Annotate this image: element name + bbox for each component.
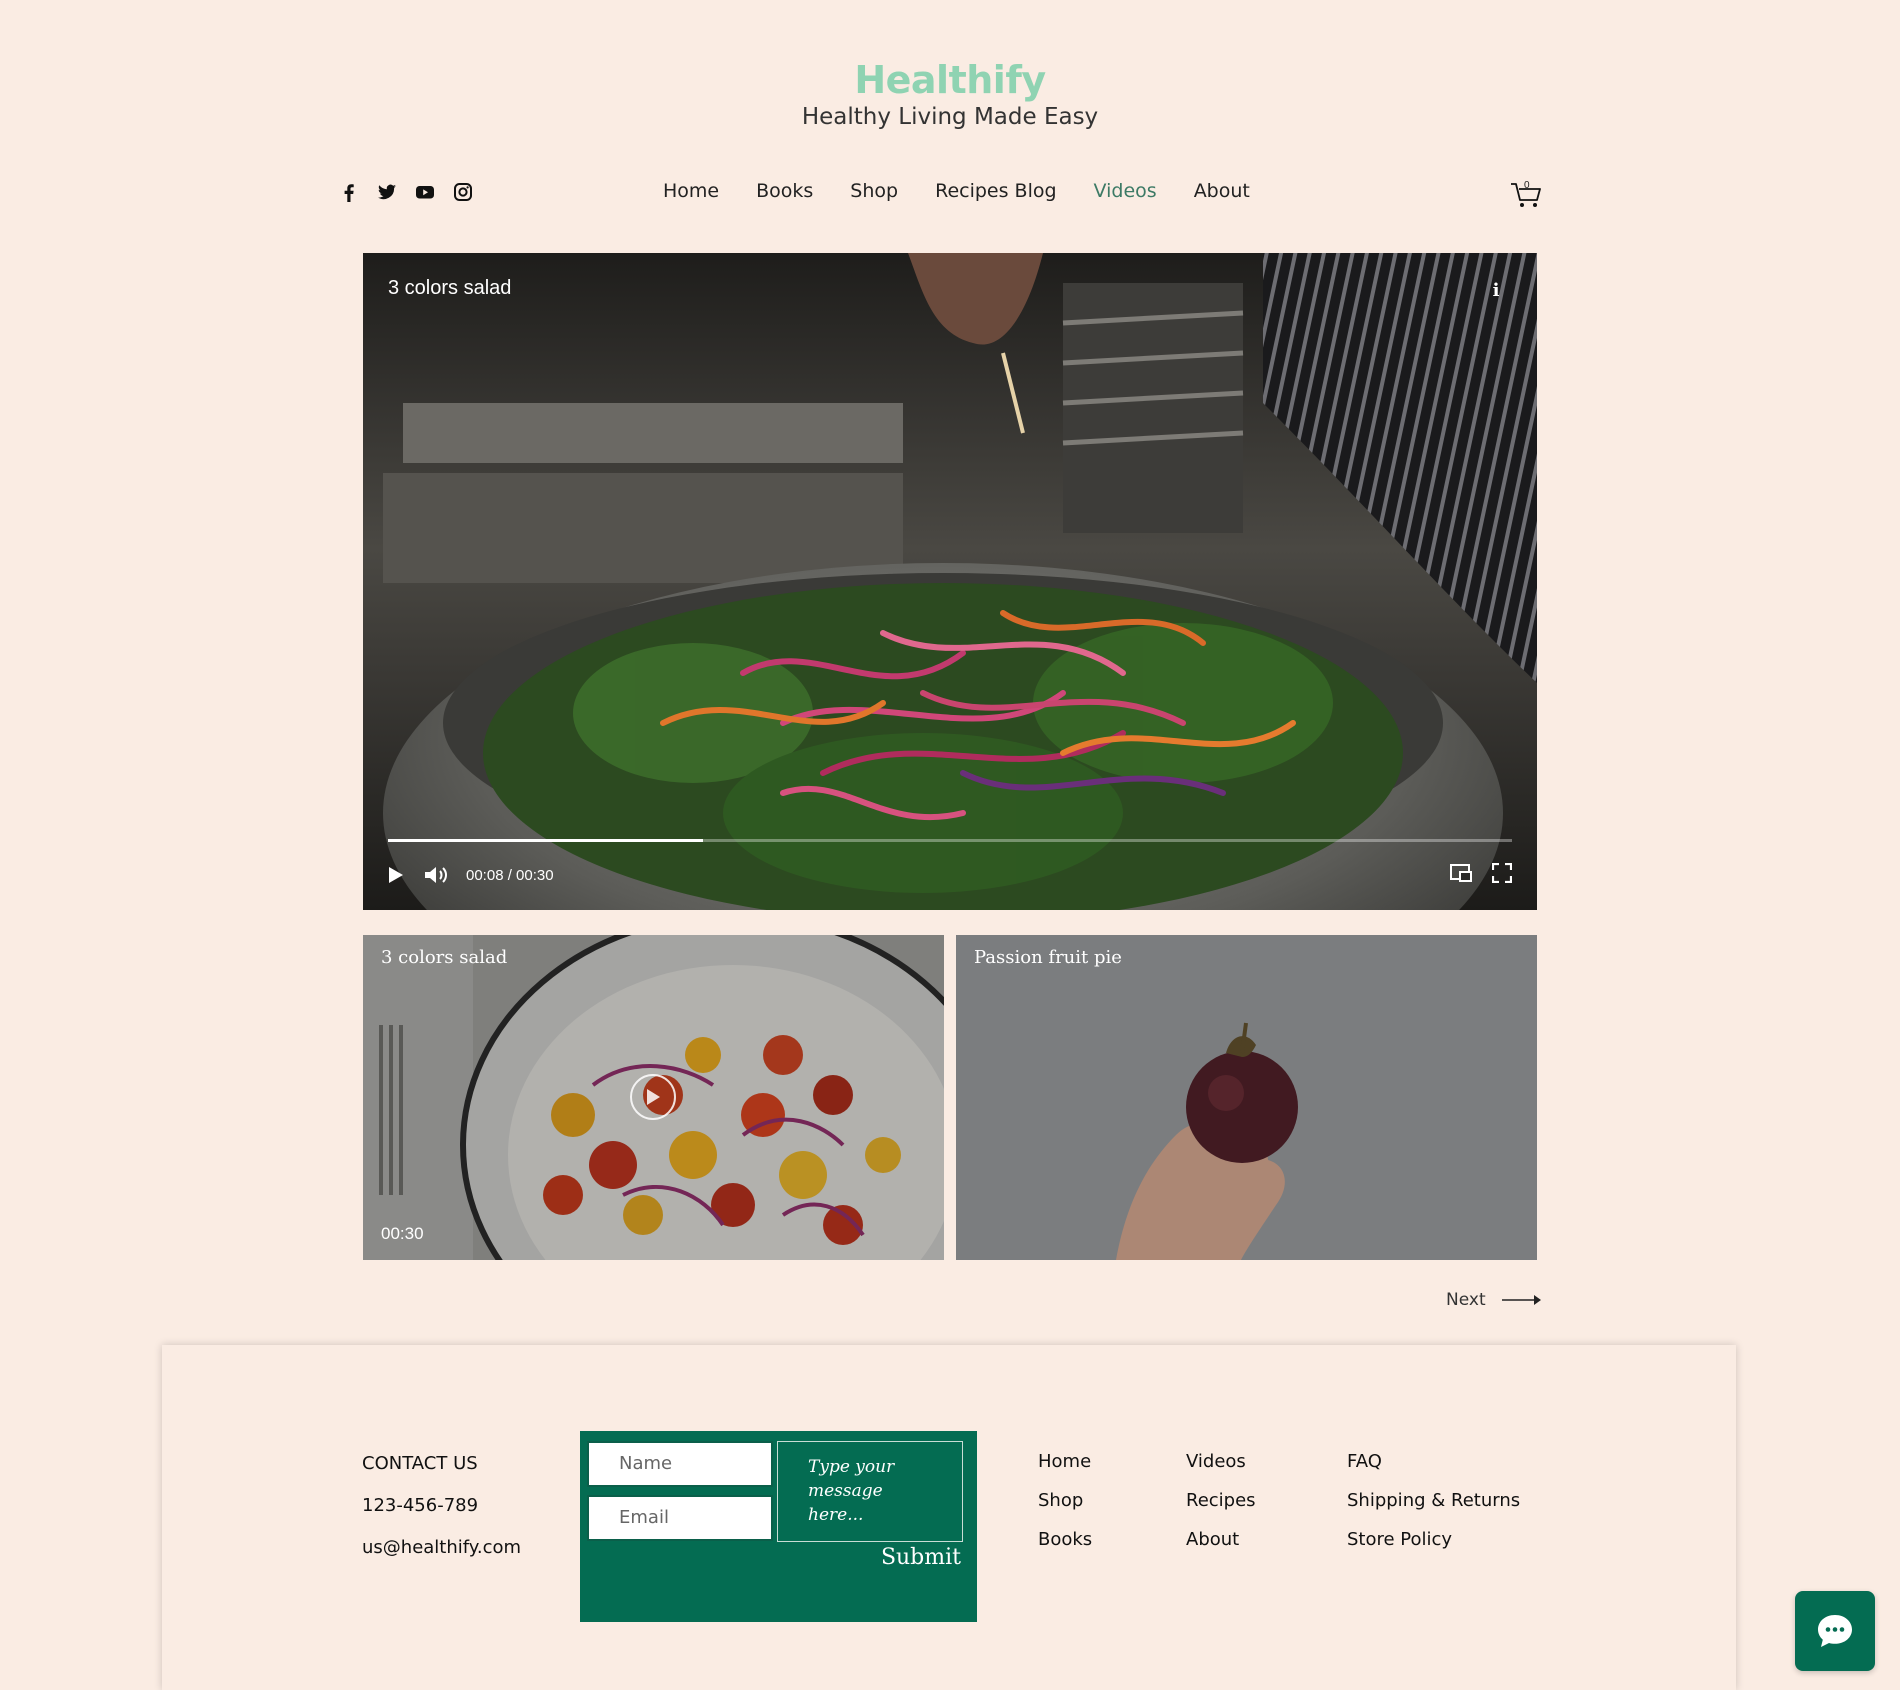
- next-label: Next: [1446, 1290, 1486, 1310]
- youtube-icon[interactable]: [414, 181, 436, 203]
- info-button[interactable]: i: [1481, 275, 1511, 305]
- footer-link-shipping-returns[interactable]: Shipping & Returns: [1347, 1490, 1520, 1511]
- contact-block: CONTACT US 123-456-789 us@healthify.com: [362, 1453, 521, 1579]
- name-field[interactable]: Name: [587, 1441, 773, 1487]
- contact-phone: 123-456-789: [362, 1495, 479, 1516]
- video-title: 3 colors salad: [388, 277, 512, 299]
- volume-icon[interactable]: [424, 865, 450, 885]
- footer-link-shop[interactable]: Shop: [1038, 1490, 1092, 1511]
- video-time: 00:08 / 00:30: [466, 866, 554, 884]
- thumbnail-duration: 00:30: [381, 1224, 424, 1243]
- picture-in-picture-icon[interactable]: [1450, 863, 1472, 883]
- play-icon[interactable]: [388, 866, 404, 884]
- footer-links-col2: Videos Recipes About: [1186, 1451, 1256, 1568]
- footer-link-about[interactable]: About: [1186, 1529, 1256, 1550]
- site-logo[interactable]: Healthify: [0, 58, 1900, 102]
- nav-videos[interactable]: Videos: [1094, 180, 1157, 202]
- video-frame: [363, 253, 1537, 910]
- play-overlay-icon[interactable]: [630, 1074, 676, 1120]
- video-player[interactable]: 3 colors salad i 00:08 / 00:30: [363, 253, 1537, 910]
- footer-link-recipes[interactable]: Recipes: [1186, 1490, 1256, 1511]
- nav-books[interactable]: Books: [756, 180, 813, 202]
- site-tagline: Healthy Living Made Easy: [801, 104, 1099, 130]
- nav-shop[interactable]: Shop: [850, 180, 898, 202]
- nav-home[interactable]: Home: [663, 180, 719, 202]
- social-bar: [338, 181, 474, 203]
- cart-button[interactable]: 0: [1509, 178, 1543, 210]
- contact-title: CONTACT US: [362, 1453, 478, 1474]
- contact-form: Name Email Type your message here... Sub…: [580, 1431, 977, 1622]
- footer-link-books[interactable]: Books: [1038, 1529, 1092, 1550]
- cart-count: 0: [1524, 180, 1530, 191]
- message-field[interactable]: Type your message here...: [777, 1441, 963, 1542]
- video-thumbnail-passion-fruit-pie[interactable]: Passion fruit pie: [956, 935, 1537, 1260]
- footer-links-col1: Home Shop Books: [1038, 1451, 1092, 1568]
- main-nav: Home Books Shop Recipes Blog Videos Abou…: [663, 180, 1287, 202]
- thumbnail-image: [956, 935, 1537, 1260]
- footer-link-faq[interactable]: FAQ: [1347, 1451, 1520, 1472]
- video-thumbnail-salad[interactable]: 3 colors salad 00:30: [363, 935, 944, 1260]
- footer-link-home[interactable]: Home: [1038, 1451, 1092, 1472]
- chat-button[interactable]: [1795, 1591, 1875, 1671]
- site-footer: CONTACT US 123-456-789 us@healthify.com …: [162, 1345, 1736, 1690]
- site-header: Healthify Healthy Living Made Easy: [0, 58, 1900, 130]
- progress-fill: [388, 839, 703, 842]
- thumbnail-title: Passion fruit pie: [974, 947, 1122, 968]
- thumbnail-title: 3 colors salad: [381, 947, 508, 968]
- footer-link-store-policy[interactable]: Store Policy: [1347, 1529, 1520, 1550]
- contact-email[interactable]: us@healthify.com: [362, 1537, 521, 1558]
- nav-recipes-blog[interactable]: Recipes Blog: [935, 180, 1056, 202]
- facebook-icon[interactable]: [338, 181, 360, 203]
- footer-links-col3: FAQ Shipping & Returns Store Policy: [1347, 1451, 1520, 1568]
- twitter-icon[interactable]: [376, 181, 398, 203]
- player-controls: 00:08 / 00:30: [388, 863, 1512, 887]
- nav-about[interactable]: About: [1194, 180, 1250, 202]
- email-field[interactable]: Email: [587, 1495, 773, 1541]
- progress-bar[interactable]: [388, 839, 1512, 842]
- arrow-right-icon: [1501, 1295, 1541, 1305]
- submit-button[interactable]: Submit: [881, 1545, 961, 1570]
- fullscreen-icon[interactable]: [1492, 863, 1512, 883]
- instagram-icon[interactable]: [452, 181, 474, 203]
- chat-bubble-icon: [1818, 1615, 1852, 1647]
- next-button[interactable]: Next: [1446, 1290, 1542, 1310]
- footer-link-videos[interactable]: Videos: [1186, 1451, 1256, 1472]
